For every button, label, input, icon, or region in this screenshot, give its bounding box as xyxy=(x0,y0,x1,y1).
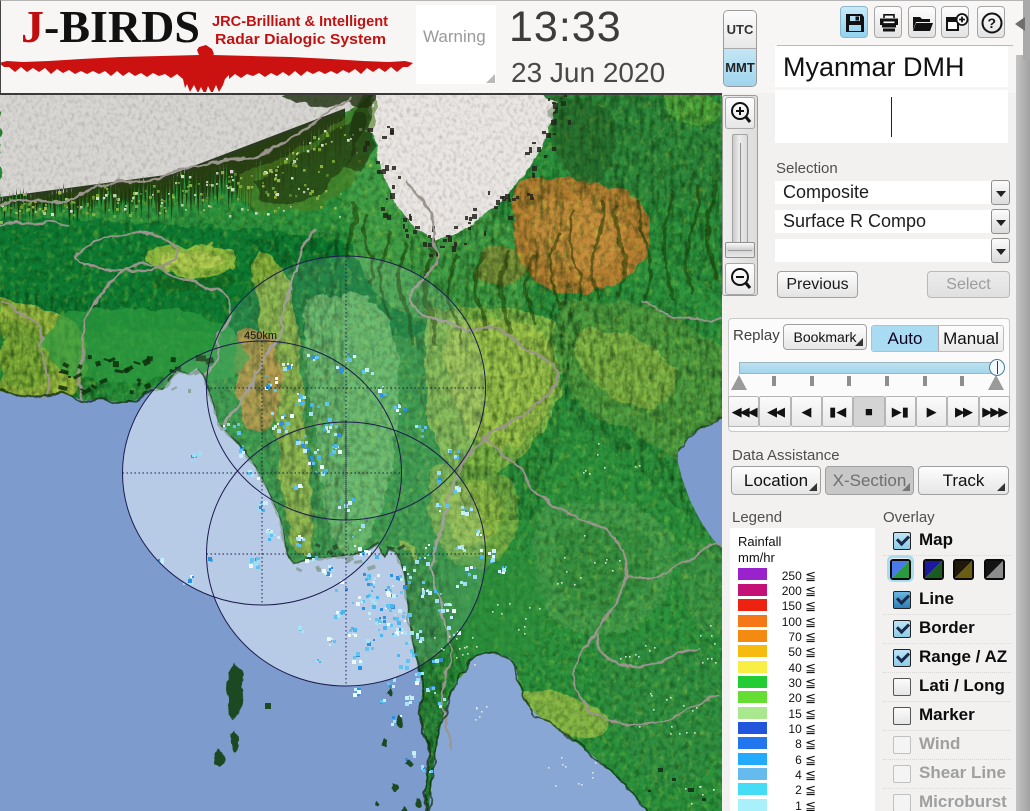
svg-text:Radar Dialogic System: Radar Dialogic System xyxy=(215,31,386,48)
svg-text:JRC-Brilliant & Intelligent: JRC-Brilliant & Intelligent xyxy=(212,13,388,30)
svg-text:450km: 450km xyxy=(244,330,277,342)
svg-text:?: ? xyxy=(988,15,997,31)
svg-text:J-BIRDS: J-BIRDS xyxy=(21,1,200,52)
